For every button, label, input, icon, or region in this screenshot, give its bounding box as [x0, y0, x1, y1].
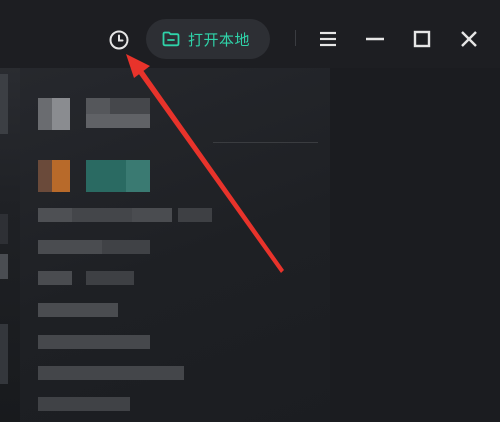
list-item[interactable]	[38, 160, 218, 192]
strip-chunk	[0, 74, 8, 134]
list-item[interactable]	[38, 271, 218, 287]
divider	[213, 142, 318, 143]
list-item[interactable]	[38, 303, 218, 319]
title-bar: 打开本地	[0, 0, 500, 68]
close-icon	[461, 31, 477, 47]
right-panel	[330, 68, 500, 422]
strip-chunk	[0, 254, 8, 279]
strip-chunk	[0, 324, 8, 384]
open-local-label: 打开本地	[188, 30, 251, 49]
menu-button[interactable]	[315, 26, 341, 52]
minimize-button[interactable]	[362, 26, 388, 52]
left-strip-background	[0, 64, 20, 422]
app-window: 打开本地	[0, 0, 500, 422]
list-item[interactable]	[38, 335, 218, 351]
toolbar-separator	[295, 30, 296, 46]
list-item[interactable]	[38, 208, 218, 224]
maximize-button[interactable]	[409, 26, 435, 52]
list-item[interactable]	[38, 397, 218, 413]
open-local-button[interactable]: 打开本地	[146, 19, 270, 59]
list-item[interactable]	[38, 98, 218, 130]
close-button[interactable]	[456, 26, 482, 52]
history-button[interactable]	[107, 28, 131, 52]
clock-icon	[109, 30, 129, 50]
hamburger-icon	[320, 31, 336, 47]
maximize-icon	[413, 30, 431, 48]
list-item[interactable]	[38, 366, 218, 382]
list-item[interactable]	[38, 240, 218, 256]
folder-icon	[162, 31, 180, 47]
strip-chunk	[0, 214, 8, 244]
minimize-icon	[366, 37, 384, 41]
